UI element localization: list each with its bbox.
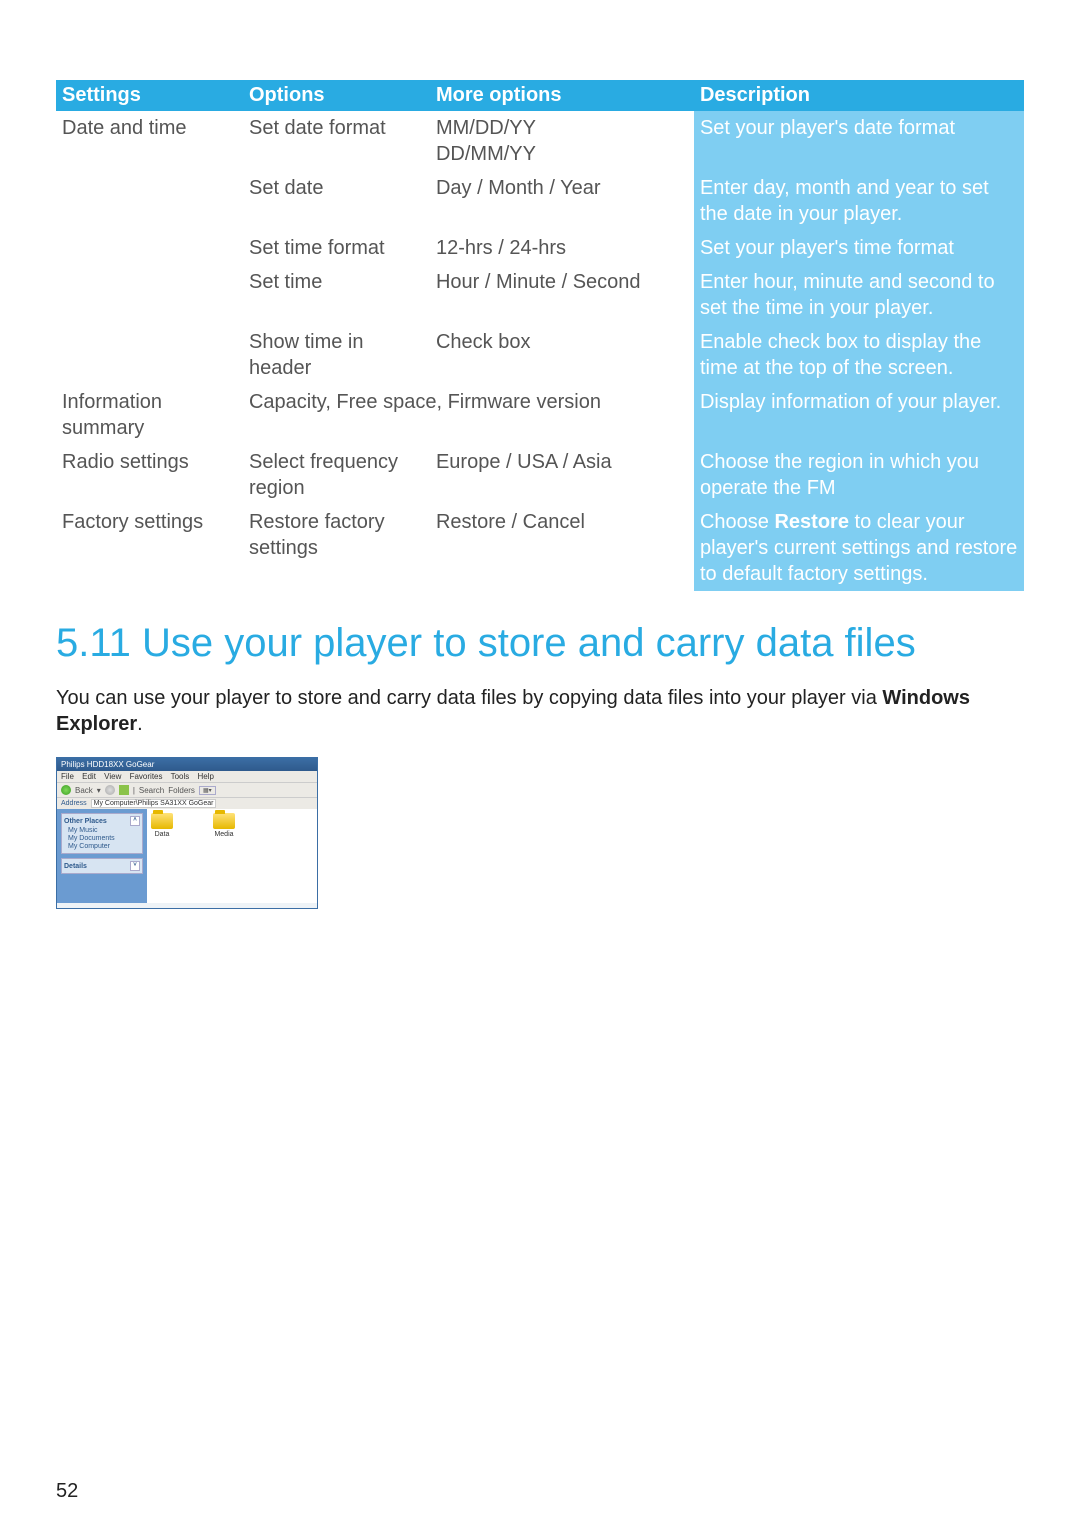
menu-item[interactable]: Favorites [130,772,163,781]
folder-icon [213,813,235,829]
cell-more: Check box [430,325,694,385]
table-row: Radio settings Select frequency region E… [56,445,1024,505]
section-body: You can use your player to store and car… [56,685,1024,737]
sidebar-item[interactable]: My Music [68,827,140,834]
table-row: Set time format 12-hrs / 24-hrs Set your… [56,231,1024,265]
cell-options-span: Capacity, Free space, Firmware version [243,385,694,445]
cell-desc: Choose Restore to clear your player's cu… [694,505,1024,591]
cell-settings: Factory settings [56,505,243,591]
menu-item[interactable]: Tools [171,772,190,781]
table-row: Set time Hour / Minute / Second Enter ho… [56,265,1024,325]
menu-item[interactable]: View [104,772,121,781]
cell-desc: Set your player's time format [694,231,1024,265]
page-number: 52 [56,1480,78,1503]
views-icon[interactable]: ▦▾ [199,786,216,795]
folders-label[interactable]: Folders [168,786,195,795]
explorer-toolbar: Back ▾ | Search Folders ▦▾ [57,782,317,798]
cell-options: Set date format [243,111,430,171]
sidebar-item[interactable]: My Documents [68,835,140,842]
windows-explorer-screenshot: Philips HDD18XX GoGear File Edit View Fa… [56,757,318,909]
explorer-titlebar: Philips HDD18XX GoGear [57,758,317,771]
chevron-icon[interactable]: ˅ [130,861,140,871]
cell-settings [56,265,243,325]
cell-desc: Display information of your player. [694,385,1024,445]
back-label[interactable]: Back [75,786,93,795]
menu-item[interactable]: Help [198,772,214,781]
cell-more: Europe / USA / Asia [430,445,694,505]
table-row: Set date Day / Month / Year Enter day, m… [56,171,1024,231]
cell-options: Set time [243,265,430,325]
forward-icon[interactable] [105,785,115,795]
explorer-sidebar: Other Places˄ My Music My Documents My C… [57,809,147,903]
cell-desc: Enter day, month and year to set the dat… [694,171,1024,231]
back-icon[interactable] [61,785,71,795]
cell-settings [56,231,243,265]
table-row: Information summary Capacity, Free space… [56,385,1024,445]
cell-more: Day / Month / Year [430,171,694,231]
sidebar-item[interactable]: My Computer [68,843,140,850]
cell-settings: Radio settings [56,445,243,505]
header-options: Options [243,80,430,111]
cell-settings: Date and time [56,111,243,171]
folder-item[interactable]: Data [151,813,173,899]
table-row: Date and time Set date format MM/DD/YY D… [56,111,1024,171]
cell-options: Set date [243,171,430,231]
panel-other-places: Other Places˄ My Music My Documents My C… [61,813,143,854]
explorer-menubar: File Edit View Favorites Tools Help [57,771,317,782]
cell-desc: Enter hour, minute and second to set the… [694,265,1024,325]
cell-settings [56,325,243,385]
header-description: Description [694,80,1024,111]
table-row: Factory settings Restore factory setting… [56,505,1024,591]
cell-more: Hour / Minute / Second [430,265,694,325]
folder-icon [151,813,173,829]
table-header-row: Settings Options More options Descriptio… [56,80,1024,111]
panel-details: Details˅ [61,858,143,874]
cell-settings [56,171,243,231]
cell-options: Select frequency region [243,445,430,505]
cell-options: Restore factory settings [243,505,430,591]
cell-more: MM/DD/YY DD/MM/YY [430,111,694,171]
menu-item[interactable]: Edit [82,772,96,781]
cell-options: Set time format [243,231,430,265]
cell-desc: Choose the region in which you operate t… [694,445,1024,505]
header-settings: Settings [56,80,243,111]
search-label[interactable]: Search [139,786,164,795]
cell-more: Restore / Cancel [430,505,694,591]
menu-item[interactable]: File [61,772,74,781]
settings-table: Settings Options More options Descriptio… [56,80,1024,591]
chevron-icon[interactable]: ˄ [130,816,140,826]
up-icon[interactable] [119,785,129,795]
cell-more: 12-hrs / 24-hrs [430,231,694,265]
explorer-content: Data Media [147,809,317,903]
table-row: Show time in header Check box Enable che… [56,325,1024,385]
section-heading: 5.11 Use your player to store and carry … [56,621,1024,665]
cell-desc: Enable check box to display the time at … [694,325,1024,385]
cell-settings: Information summary [56,385,243,445]
cell-options: Show time in header [243,325,430,385]
folder-item[interactable]: Media [213,813,235,899]
address-field[interactable]: My Computer\Philips SA31XX GoGear [91,799,217,808]
explorer-addressbar: Address My Computer\Philips SA31XX GoGea… [57,798,317,809]
header-more-options: More options [430,80,694,111]
cell-desc: Set your player's date format [694,111,1024,171]
